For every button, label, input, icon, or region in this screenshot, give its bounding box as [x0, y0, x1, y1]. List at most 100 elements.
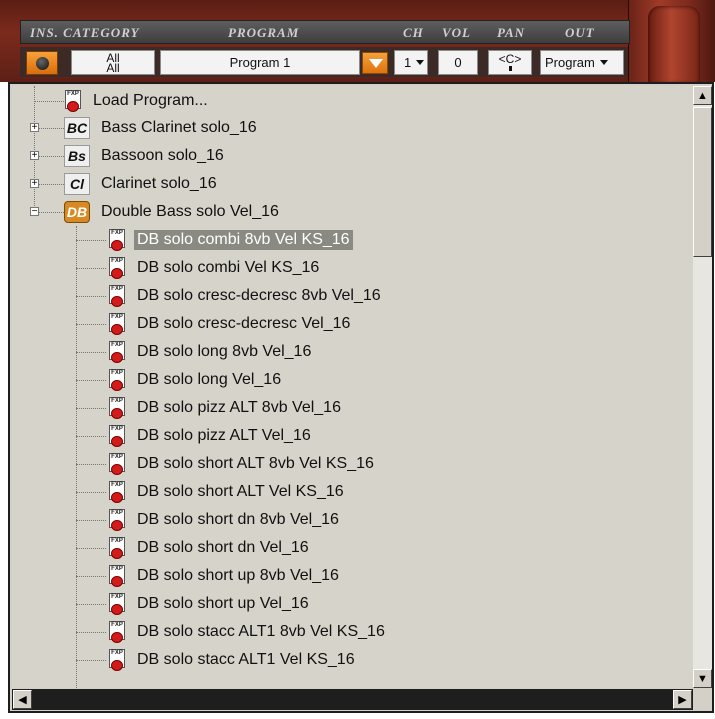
tree-line [76, 660, 106, 661]
arrow-right-icon[interactable]: ▶ [673, 690, 692, 709]
program-item[interactable]: FXP DB solo short dn Vel_16 [108, 536, 312, 560]
ins-category-header: INS. CATEGORY [30, 25, 140, 40]
tree-line [76, 548, 106, 549]
program-item[interactable]: FXP DB solo short up Vel_16 [108, 592, 312, 616]
program-item[interactable]: FXP DB solo stacc ALT1 Vel KS_16 [108, 648, 358, 672]
tree-line [76, 576, 106, 577]
program-item[interactable]: FXP DB solo combi 8vb Vel KS_16 [108, 228, 353, 252]
record-icon [36, 57, 49, 70]
pan-control[interactable]: <C> [488, 50, 532, 75]
program-label: DB solo combi Vel KS_16 [137, 259, 320, 276]
tree-line [76, 296, 106, 297]
ch-header: CH [403, 25, 424, 40]
program-browser: FXP Load Program... + BC Bass Clarinet s… [8, 82, 714, 713]
fxp-file-icon: FXP [108, 593, 126, 615]
program-name-value: Program 1 [229, 55, 291, 70]
program-item[interactable]: FXP DB solo short ALT 8vb Vel KS_16 [108, 452, 377, 476]
instrument-select-button[interactable] [26, 51, 58, 75]
category-item-expanded[interactable]: DB Double Bass solo Vel_16 [64, 200, 282, 224]
program-item[interactable]: FXP DB solo short dn 8vb Vel_16 [108, 508, 342, 532]
program-label: DB solo short ALT 8vb Vel KS_16 [137, 455, 374, 472]
fxp-file-icon: FXP [108, 509, 126, 531]
program-item[interactable]: FXP DB solo stacc ALT1 8vb Vel KS_16 [108, 620, 388, 644]
tree-line [76, 436, 106, 437]
tree-line [76, 464, 106, 465]
fxp-file-icon: FXP [108, 565, 126, 587]
vol-header: VOL [442, 25, 471, 40]
program-label: DB solo long Vel_16 [137, 371, 282, 388]
category-badge-icon: Cl [64, 173, 90, 195]
program-item[interactable]: FXP DB solo pizz ALT 8vb Vel_16 [108, 396, 344, 420]
fxp-file-icon: FXP [108, 257, 126, 279]
output-value: Program [545, 55, 595, 70]
program-name-field[interactable]: Program 1 [160, 50, 360, 75]
fxp-file-icon: FXP [108, 481, 126, 503]
chevron-down-icon [416, 60, 425, 65]
fxp-file-icon: FXP [108, 425, 126, 447]
tree-line [76, 352, 106, 353]
arrow-down-icon[interactable]: ▼ [693, 669, 712, 688]
channel-value: 1 [404, 55, 412, 70]
fxp-file-icon: FXP [108, 397, 126, 419]
frame-decoration [648, 6, 700, 84]
arrow-left-icon[interactable]: ◀ [13, 690, 32, 709]
program-label: DB solo short dn Vel_16 [137, 539, 309, 556]
tree-line [76, 268, 106, 269]
load-program-item[interactable]: FXP Load Program... [64, 89, 211, 113]
category-label: Bass Clarinet solo_16 [101, 119, 257, 136]
category-selector[interactable]: All All [71, 50, 155, 75]
tree-line [76, 520, 106, 521]
channel-selector[interactable]: 1 [394, 50, 428, 75]
horizontal-scrollbar[interactable]: ◀ ▶ [12, 689, 693, 710]
tree-line [76, 380, 106, 381]
plus-icon[interactable]: + [30, 179, 39, 189]
program-item[interactable]: FXP DB solo long Vel_16 [108, 368, 284, 392]
program-item[interactable]: FXP DB solo long 8vb Vel_16 [108, 340, 314, 364]
program-item[interactable]: FXP DB solo short up 8vb Vel_16 [108, 564, 342, 588]
program-tree[interactable]: FXP Load Program... + BC Bass Clarinet s… [12, 86, 693, 688]
program-item[interactable]: FXP DB solo pizz ALT Vel_16 [108, 424, 314, 448]
fxp-file-icon: FXP [108, 229, 126, 251]
minus-icon[interactable]: − [30, 207, 39, 217]
program-label: DB solo stacc ALT1 8vb Vel KS_16 [137, 623, 385, 640]
load-program-label: Load Program... [93, 92, 208, 109]
category-item[interactable]: BC Bass Clarinet solo_16 [64, 116, 260, 140]
program-label: DB solo combi 8vb Vel KS_16 [134, 230, 353, 250]
tree-line [76, 324, 106, 325]
vertical-scrollbar[interactable]: ▲ ▼ [693, 86, 712, 688]
program-item[interactable]: FXP DB solo combi Vel KS_16 [108, 256, 322, 280]
fxp-file-icon: FXP [108, 537, 126, 559]
plus-icon[interactable]: + [30, 123, 39, 133]
pan-indicator [508, 66, 512, 71]
pan-value: <C> [498, 52, 522, 66]
arrow-up-icon[interactable]: ▲ [693, 86, 712, 105]
program-item[interactable]: FXP DB solo cresc-decresc 8vb Vel_16 [108, 284, 384, 308]
fxp-file-icon: FXP [108, 621, 126, 643]
output-selector[interactable]: Program [540, 50, 624, 75]
program-item[interactable]: FXP DB solo short ALT Vel KS_16 [108, 480, 347, 504]
tree-line [76, 408, 106, 409]
fxp-file-icon: FXP [108, 341, 126, 363]
category-item[interactable]: Cl Clarinet solo_16 [64, 172, 220, 196]
program-label: DB solo pizz ALT 8vb Vel_16 [137, 399, 341, 416]
program-label: DB solo short dn 8vb Vel_16 [137, 511, 339, 528]
scrollbar-thumb[interactable] [693, 107, 712, 257]
out-header: OUT [565, 25, 595, 40]
volume-field[interactable]: 0 [438, 50, 478, 75]
volume-value: 0 [454, 55, 462, 70]
fxp-file-icon: FXP [64, 90, 82, 112]
category-badge-icon: DB [64, 201, 90, 223]
tree-line [34, 86, 35, 212]
category-badge-icon: Bs [64, 145, 90, 167]
program-label: DB solo cresc-decresc Vel_16 [137, 315, 351, 332]
tree-line [76, 240, 106, 241]
program-dropdown-button[interactable] [362, 52, 388, 74]
program-label: DB solo cresc-decresc 8vb Vel_16 [137, 287, 381, 304]
plus-icon[interactable]: + [30, 151, 39, 161]
tree-line [34, 101, 64, 102]
fxp-file-icon: FXP [108, 453, 126, 475]
category-item[interactable]: Bs Bassoon solo_16 [64, 144, 227, 168]
program-header: PROGRAM [228, 25, 300, 40]
program-label: DB solo short up Vel_16 [137, 595, 309, 612]
program-item[interactable]: FXP DB solo cresc-decresc Vel_16 [108, 312, 353, 336]
